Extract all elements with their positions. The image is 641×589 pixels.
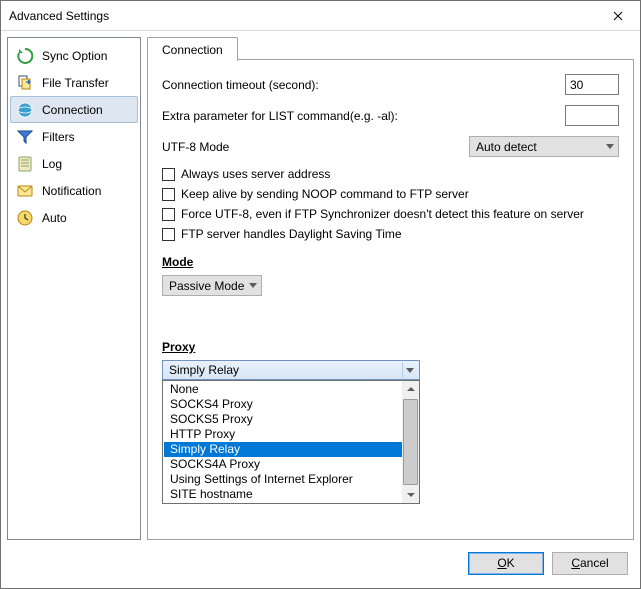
tab-connection[interactable]: Connection: [147, 37, 238, 61]
dropdown-item[interactable]: SOCKS5 Proxy: [164, 412, 402, 427]
checkbox-box: [162, 188, 175, 201]
sidebar-item-sync-option[interactable]: Sync Option: [10, 42, 138, 69]
proxy-select[interactable]: Simply Relay: [162, 360, 420, 380]
close-button[interactable]: [595, 1, 640, 30]
clock-icon: [16, 209, 34, 227]
utf8-value: Auto detect: [476, 140, 537, 154]
chevron-down-icon: [249, 283, 257, 288]
ok-key: O: [497, 556, 506, 570]
sidebar-item-file-transfer[interactable]: File Transfer: [10, 69, 138, 96]
utf8-label: UTF-8 Mode: [162, 140, 469, 154]
titlebar: Advanced Settings: [1, 1, 640, 31]
sidebar-item-label: Filters: [42, 130, 75, 144]
file-transfer-icon: [16, 74, 34, 92]
timeout-label: Connection timeout (second):: [162, 78, 565, 92]
sidebar-item-label: Connection: [42, 103, 103, 117]
utf8-select[interactable]: Auto detect: [469, 136, 619, 157]
chevron-down-icon: [606, 144, 614, 149]
sidebar-item-label: Notification: [42, 184, 101, 198]
checkbox-server-address[interactable]: Always uses server address: [162, 167, 619, 181]
sidebar-item-log[interactable]: Log: [10, 150, 138, 177]
sidebar: Sync Option File Transfer Connection Fil…: [7, 37, 141, 540]
dialog-footer: OK Cancel: [1, 546, 640, 588]
dialog-body: Sync Option File Transfer Connection Fil…: [1, 31, 640, 546]
main-panel: Connection Connection timeout (second): …: [147, 37, 634, 540]
scrollbar[interactable]: [402, 381, 419, 503]
sidebar-item-label: Auto: [42, 211, 67, 225]
cancel-rest: ancel: [580, 556, 609, 570]
proxy-heading: Proxy: [162, 340, 619, 354]
sidebar-item-label: File Transfer: [42, 76, 109, 90]
dropdown-list: NoneSOCKS4 ProxySOCKS5 ProxyHTTP ProxySi…: [163, 381, 419, 503]
checkbox-dst[interactable]: FTP server handles Daylight Saving Time: [162, 227, 619, 241]
mode-heading: Mode: [162, 255, 619, 269]
ok-rest: K: [507, 556, 515, 570]
checkbox-label: Always uses server address: [181, 167, 330, 181]
scroll-thumb[interactable]: [403, 399, 418, 486]
dropdown-item[interactable]: Simply Relay: [164, 442, 402, 457]
window-title: Advanced Settings: [9, 9, 109, 23]
dropdown-item[interactable]: None: [164, 382, 402, 397]
sidebar-item-auto[interactable]: Auto: [10, 204, 138, 231]
tabstrip: Connection: [147, 37, 634, 60]
checkbox-noop[interactable]: Keep alive by sending NOOP command to FT…: [162, 187, 619, 201]
list-param-input[interactable]: [565, 105, 619, 126]
mode-select[interactable]: Passive Mode: [162, 275, 262, 296]
dropdown-item[interactable]: Using Settings of Internet Explorer: [164, 472, 402, 487]
dropdown-item[interactable]: SOCKS4A Proxy: [164, 457, 402, 472]
mode-value: Passive Mode: [169, 279, 244, 293]
list-param-label: Extra parameter for LIST command(e.g. -a…: [162, 109, 565, 123]
sidebar-item-label: Log: [42, 157, 62, 171]
dialog-window: Advanced Settings Sync Option File Trans…: [0, 0, 641, 589]
envelope-icon: [16, 182, 34, 200]
dropdown-item[interactable]: SITE hostname: [164, 487, 402, 502]
sidebar-item-label: Sync Option: [42, 49, 107, 63]
sidebar-item-connection[interactable]: Connection: [10, 96, 138, 123]
scroll-down-icon: [402, 486, 419, 503]
checkbox-force-utf8[interactable]: Force UTF-8, even if FTP Synchronizer do…: [162, 207, 619, 221]
cancel-button[interactable]: Cancel: [552, 552, 628, 575]
checkbox-label: FTP server handles Daylight Saving Time: [181, 227, 402, 241]
cancel-key: C: [571, 556, 580, 570]
scroll-up-icon: [402, 381, 419, 398]
funnel-icon: [16, 128, 34, 146]
checkbox-label: Keep alive by sending NOOP command to FT…: [181, 187, 469, 201]
proxy-dropdown: NoneSOCKS4 ProxySOCKS5 ProxyHTTP ProxySi…: [162, 380, 420, 504]
proxy-value: Simply Relay: [169, 363, 239, 377]
sync-icon: [16, 47, 34, 65]
close-icon: [613, 11, 623, 21]
sidebar-item-filters[interactable]: Filters: [10, 123, 138, 150]
checkbox-label: Force UTF-8, even if FTP Synchronizer do…: [181, 207, 584, 221]
connection-icon: [16, 101, 34, 119]
dropdown-item[interactable]: HTTP Proxy: [164, 427, 402, 442]
tab-content: Connection timeout (second): Extra param…: [147, 60, 634, 540]
dropdown-item[interactable]: SOCKS4 Proxy: [164, 397, 402, 412]
timeout-input[interactable]: [565, 74, 619, 95]
log-icon: [16, 155, 34, 173]
checkbox-box: [162, 228, 175, 241]
tab-label: Connection: [162, 43, 223, 57]
checkbox-box: [162, 208, 175, 221]
checkbox-box: [162, 168, 175, 181]
chevron-down-icon: [402, 362, 417, 378]
sidebar-item-notification[interactable]: Notification: [10, 177, 138, 204]
ok-button[interactable]: OK: [468, 552, 544, 575]
